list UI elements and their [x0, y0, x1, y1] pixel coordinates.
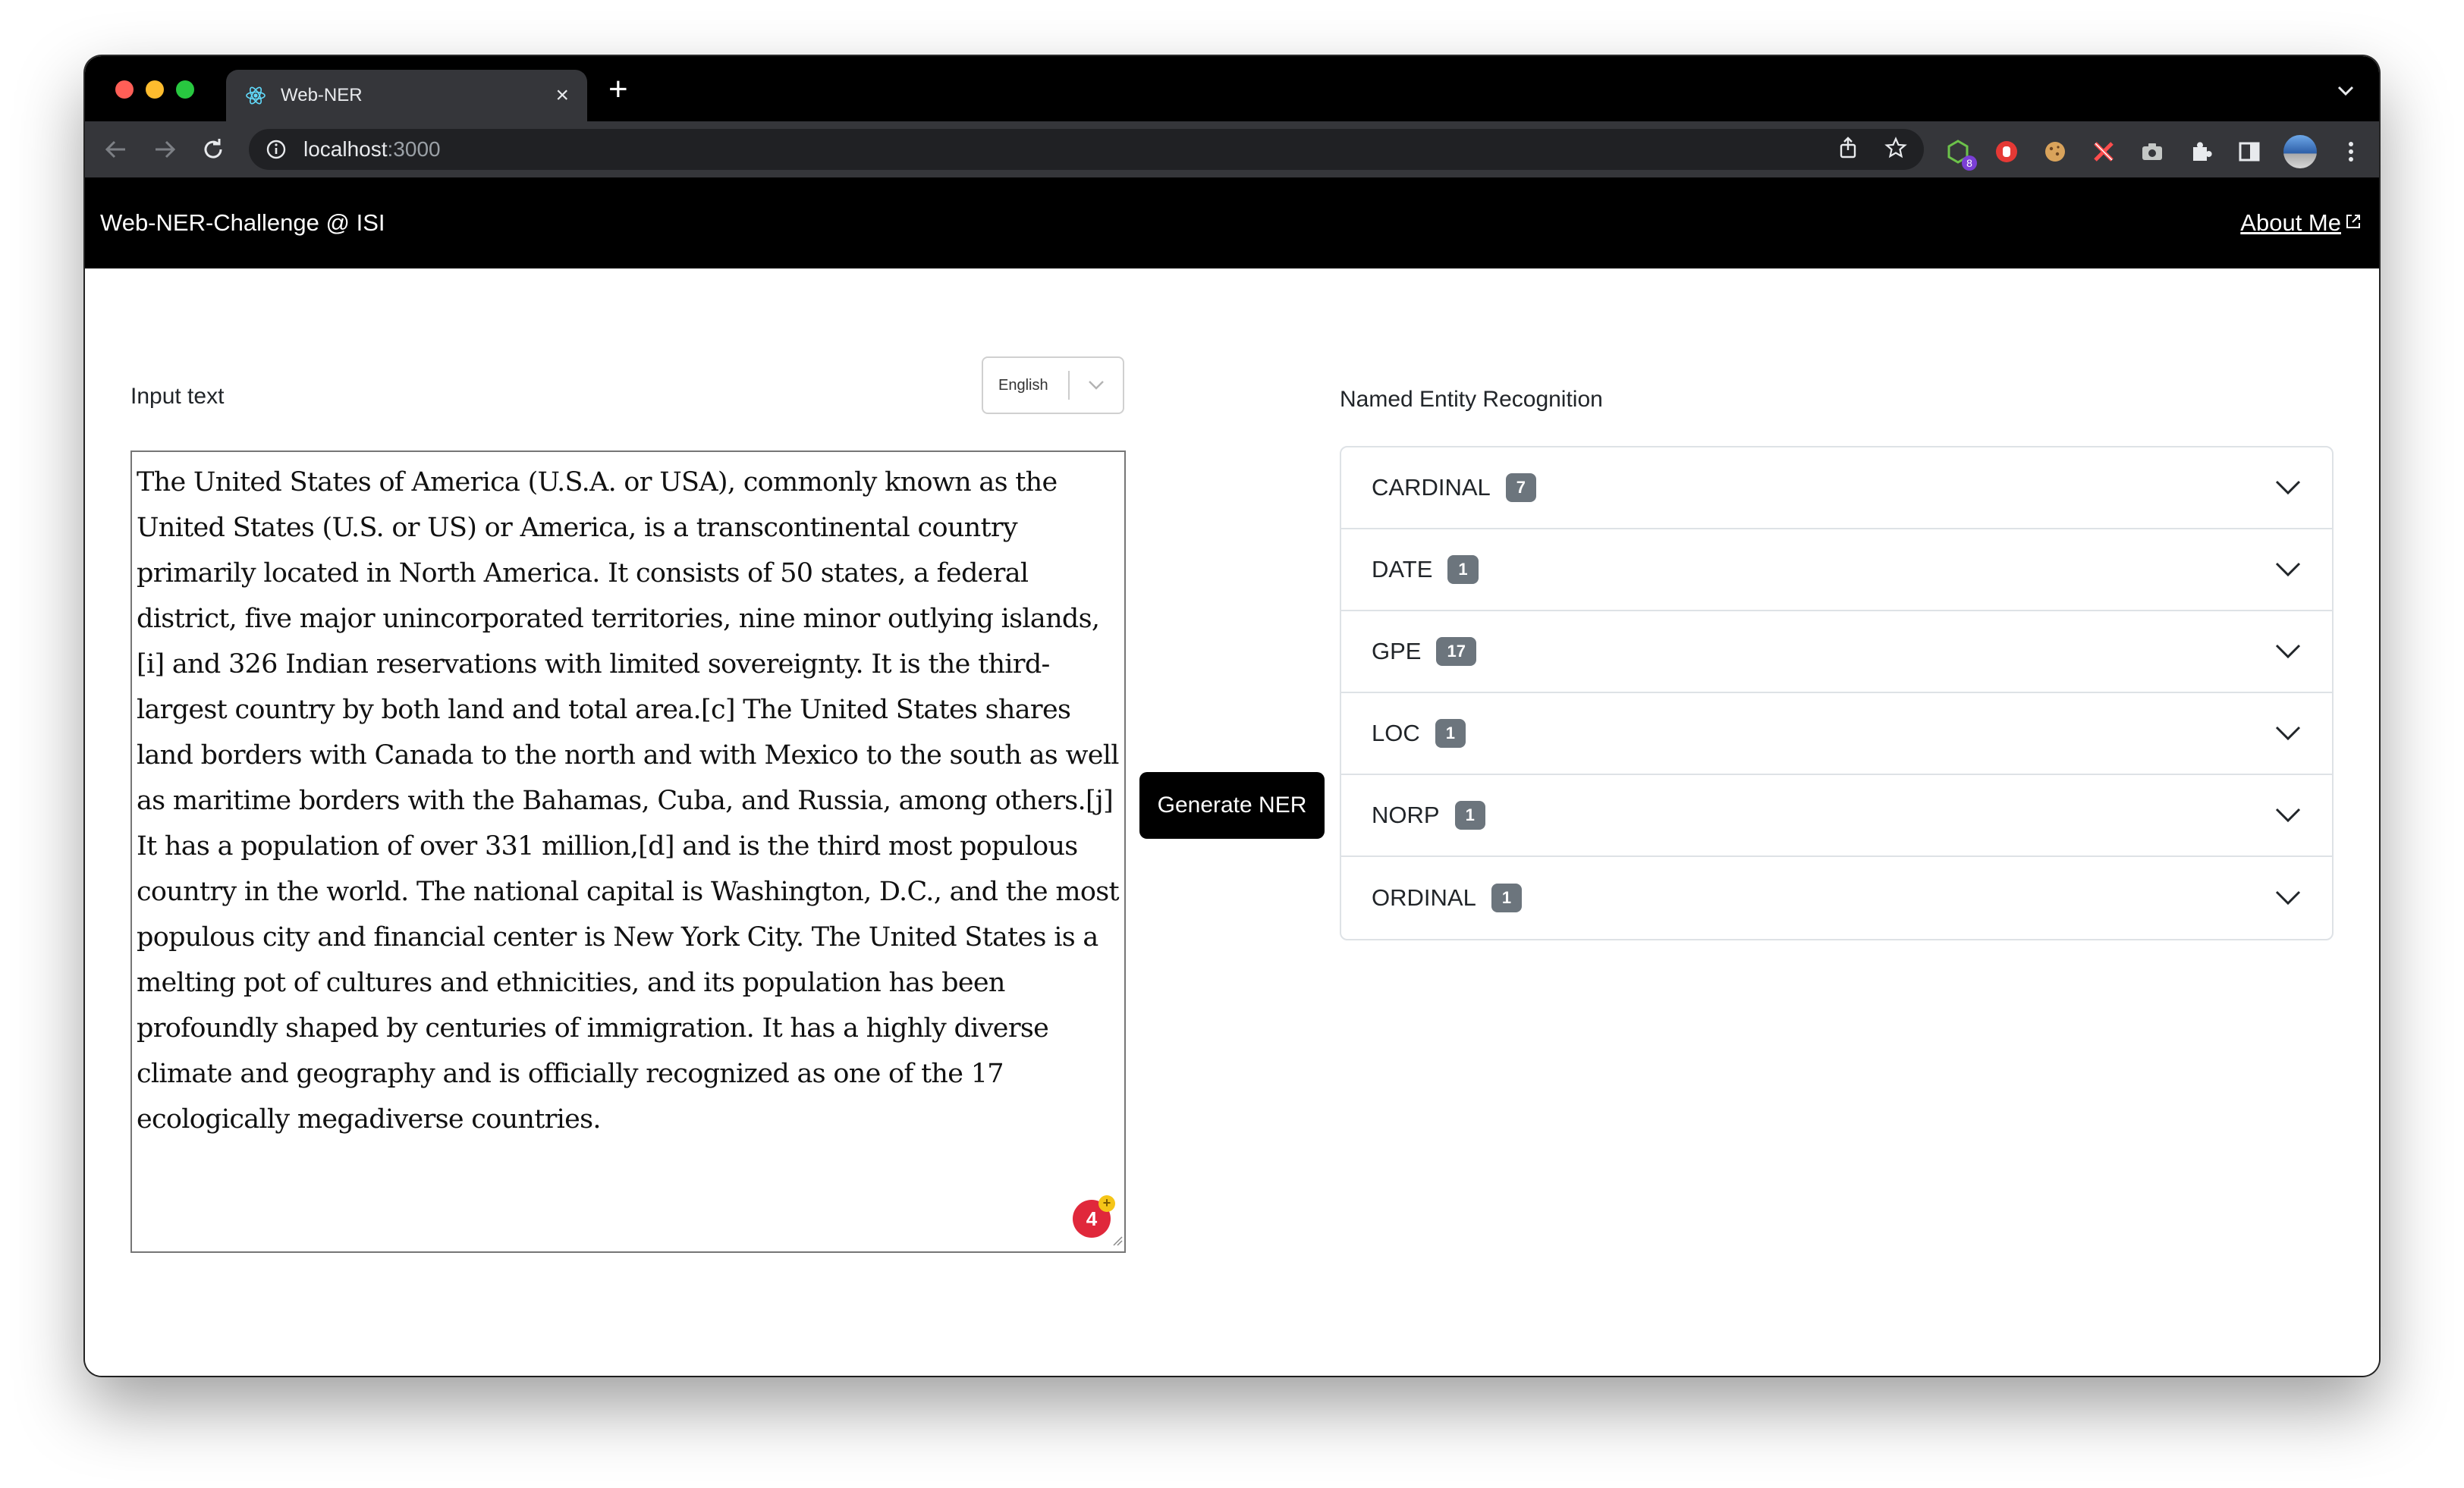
- navbar-brand[interactable]: Web-NER-Challenge @ ISI: [100, 209, 385, 237]
- browser-window: Web-NER × + localhost :3000 8 Web-NER-Ch…: [85, 56, 2379, 1376]
- entity-count-badge: 1: [1491, 884, 1523, 912]
- accordion-item-norp[interactable]: NORP 1: [1341, 775, 2332, 857]
- entity-label: GPE: [1372, 638, 1422, 664]
- url-host: localhost: [303, 137, 388, 161]
- url-port: :3000: [387, 137, 441, 161]
- about-me-link[interactable]: About Me: [2240, 209, 2362, 237]
- entity-count-badge: 7: [1505, 473, 1537, 502]
- chevron-down-icon[interactable]: [2274, 643, 2302, 660]
- language-select[interactable]: English: [982, 356, 1124, 414]
- plus-icon: +: [1098, 1195, 1115, 1212]
- bookmark-star-icon[interactable]: [1884, 136, 1907, 163]
- ner-title: Named Entity Recognition: [1340, 387, 1603, 412]
- chevron-down-icon[interactable]: [2274, 890, 2302, 906]
- address-bar[interactable]: localhost :3000: [249, 129, 1924, 170]
- close-tab-icon[interactable]: ×: [555, 84, 569, 107]
- entity-count-badge: 1: [1435, 719, 1466, 748]
- accordion-item-date[interactable]: DATE 1: [1341, 529, 2332, 611]
- tab-title: Web-NER: [281, 85, 363, 105]
- extension-badge: 8: [1962, 155, 1977, 171]
- profile-avatar[interactable]: [2283, 135, 2317, 168]
- resize-grip-icon[interactable]: [1111, 1234, 1123, 1250]
- entity-label: DATE: [1372, 556, 1433, 582]
- external-link-icon: [2344, 209, 2362, 237]
- minimize-window-button[interactable]: [146, 80, 164, 99]
- browser-tab[interactable]: Web-NER ×: [226, 70, 587, 121]
- app-navbar: Web-NER-Challenge @ ISI About Me: [85, 177, 2379, 268]
- input-textarea-content: The United States of America (U.S.A. or …: [137, 467, 1127, 1135]
- chevron-down-icon[interactable]: [2274, 479, 2302, 496]
- accordion-item-cardinal[interactable]: CARDINAL 7: [1341, 447, 2332, 529]
- chevron-down-icon[interactable]: [1070, 379, 1123, 391]
- entity-label: CARDINAL: [1372, 474, 1491, 501]
- entity-label: LOC: [1372, 720, 1420, 746]
- cookie-icon[interactable]: [2041, 137, 2070, 166]
- reload-icon[interactable]: [199, 135, 228, 164]
- chevron-down-icon[interactable]: [2274, 725, 2302, 742]
- chevron-down-icon[interactable]: [2274, 561, 2302, 578]
- accordion-item-gpe[interactable]: GPE 17: [1341, 611, 2332, 693]
- entity-count-badge: 17: [1436, 637, 1476, 666]
- browser-toolbar: localhost :3000 8: [85, 121, 2379, 177]
- x-extension-icon[interactable]: [2089, 137, 2118, 166]
- main-content: Input text English The United States of …: [85, 268, 2379, 1376]
- kebab-menu-icon[interactable]: [2337, 137, 2365, 166]
- tab-strip: Web-NER × +: [85, 56, 2379, 121]
- entity-count-badge: 1: [1447, 555, 1479, 584]
- new-tab-icon[interactable]: +: [608, 73, 628, 106]
- language-selected-value: English: [998, 376, 1048, 394]
- side-panel-icon[interactable]: [2235, 137, 2264, 166]
- adblock-hand-icon[interactable]: [1992, 137, 2021, 166]
- node-extension-icon[interactable]: 8: [1944, 137, 1977, 171]
- entity-label: ORDINAL: [1372, 884, 1476, 911]
- input-textarea[interactable]: The United States of America (U.S.A. or …: [130, 450, 1126, 1253]
- chevron-down-icon[interactable]: [2274, 807, 2302, 824]
- site-info-icon[interactable]: [266, 139, 287, 160]
- grammarly-count: 4: [1086, 1207, 1098, 1230]
- accordion-item-ordinal[interactable]: ORDINAL 1: [1341, 857, 2332, 939]
- input-text-label: Input text: [130, 384, 225, 409]
- back-arrow-icon[interactable]: [102, 135, 130, 164]
- extensions-area: 8: [1944, 135, 2365, 171]
- accordion-item-loc[interactable]: LOC 1: [1341, 693, 2332, 775]
- generate-ner-button[interactable]: Generate NER: [1139, 772, 1325, 839]
- entity-count-badge: 1: [1454, 801, 1485, 830]
- puzzle-extensions-icon[interactable]: [2186, 137, 2215, 166]
- grammarly-badge[interactable]: 4 +: [1073, 1195, 1115, 1238]
- close-window-button[interactable]: [115, 80, 134, 99]
- react-icon: [244, 84, 267, 107]
- share-icon[interactable]: [1837, 136, 1859, 163]
- entity-label: NORP: [1372, 802, 1440, 828]
- entity-accordion: CARDINAL 7 DATE 1 GPE 17 LOC 1 NORP 1 OR…: [1340, 446, 2334, 940]
- tab-search-chevron-icon[interactable]: [2337, 85, 2355, 101]
- camera-icon[interactable]: [2138, 137, 2167, 166]
- about-me-label: About Me: [2240, 209, 2341, 236]
- maximize-window-button[interactable]: [176, 80, 194, 99]
- forward-arrow-icon[interactable]: [150, 135, 179, 164]
